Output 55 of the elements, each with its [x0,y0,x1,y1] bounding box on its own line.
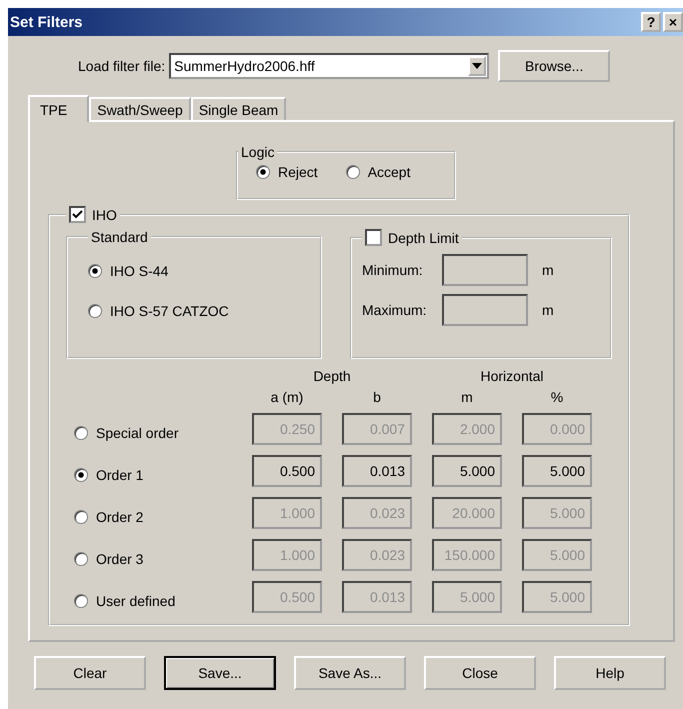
option-label: Order 1 [96,467,144,483]
column-header: m [460,389,474,405]
dialog-button[interactable]: Save As... [294,656,406,690]
option-label: Special order [96,425,178,441]
column-header: a (m) [270,389,304,405]
option-label: Order 3 [96,551,144,567]
unit-label: m [542,302,554,318]
column-group-header: Depth [312,369,352,383]
checkbox[interactable] [69,206,86,223]
help-button[interactable]: ? [641,12,661,32]
radio-button[interactable] [88,264,102,278]
radio-button[interactable] [74,594,88,608]
radio-button[interactable] [74,510,88,524]
field-label: Maximum: [362,302,428,318]
dialog-button[interactable]: Close [424,656,536,690]
filter-file-dropdown[interactable]: SummerHydro2006.hff [169,53,490,79]
radio-button[interactable] [74,426,88,440]
input-field[interactable]: 0.013 [342,455,412,487]
radio-button[interactable] [346,165,360,179]
option-label: Accept [368,164,410,180]
tab[interactable]: Single Beam [190,97,286,120]
group-title: Standard [90,229,149,245]
field-label: Minimum: [362,262,424,278]
column-header: b [372,389,382,405]
dialog-button[interactable]: Clear [34,656,146,690]
input-field[interactable] [442,294,528,326]
radio-button[interactable] [74,552,88,566]
column-header: % [550,389,564,405]
close-button[interactable]: × [663,12,683,32]
radio-button[interactable] [88,304,102,318]
input-field[interactable]: 5.000 [522,455,592,487]
check-mark-icon [72,210,83,219]
checkbox-label: IHO [92,206,117,222]
window-title: Set Filters [10,14,83,30]
browse-button[interactable]: Browse... [498,50,610,82]
input-field[interactable]: 0.500 [252,455,322,487]
input-field[interactable]: 5.000 [432,455,502,487]
group-title: Logic [240,144,276,160]
option-label: IHO S-57 CATZOC [110,303,229,319]
column-group-header: Horizontal [479,369,545,383]
tab[interactable]: Swath/Sweep [89,97,191,120]
checkbox-label: Depth Limit [388,230,459,246]
option-label: User defined [96,593,176,609]
input-field[interactable] [442,254,528,286]
dialog-button[interactable]: Help [554,656,666,690]
checkbox[interactable] [365,229,382,246]
option-label: Order 2 [96,509,144,525]
radio-button[interactable] [256,165,270,179]
option-label: Reject [278,164,318,180]
tab[interactable]: TPE [28,95,90,122]
dialog-button[interactable]: Save... [164,656,276,690]
load-file-label: Load filter file: [78,58,166,74]
option-label: IHO S-44 [110,263,168,279]
radio-button[interactable] [74,468,88,482]
unit-label: m [542,262,554,278]
